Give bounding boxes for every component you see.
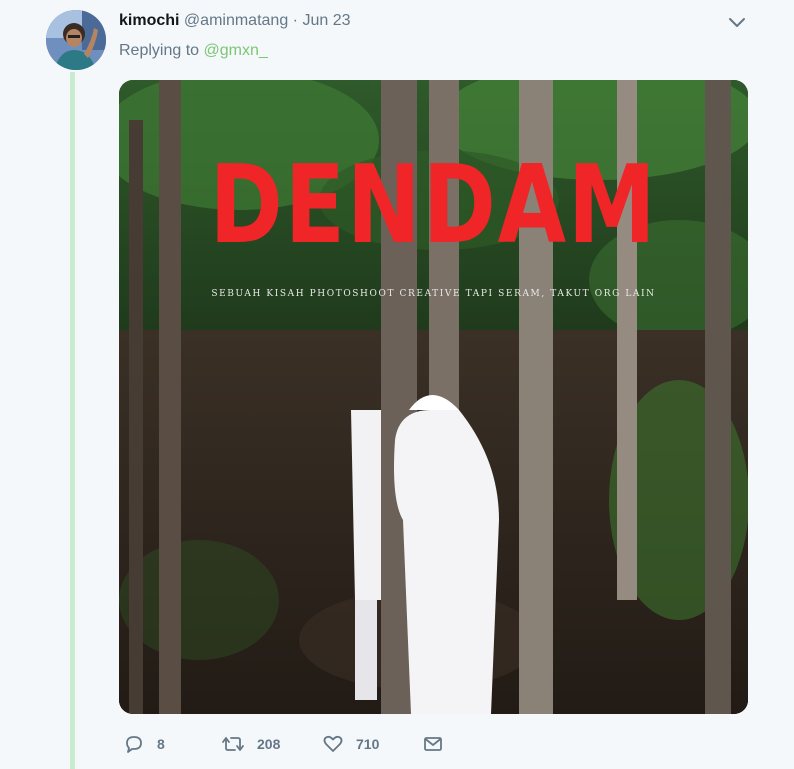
retweet-icon — [221, 733, 245, 755]
tweet-date[interactable]: Jun 23 — [302, 12, 350, 29]
like-button[interactable]: 710 — [322, 732, 379, 756]
reply-count: 8 — [157, 736, 165, 752]
user-handle[interactable]: @aminmatang — [184, 12, 288, 29]
media-title: DENDAM — [209, 143, 658, 268]
retweet-count: 208 — [257, 736, 281, 752]
retweet-button[interactable]: 208 — [221, 732, 280, 756]
like-count: 710 — [356, 736, 380, 752]
tweet-image[interactable]: DENDAM SEBUAH KISAH PHOTOSHOOT CREATIVE … — [119, 80, 748, 714]
chevron-down-icon[interactable] — [726, 12, 748, 34]
display-name[interactable]: kimochi — [119, 12, 179, 29]
heart-icon — [322, 733, 344, 755]
message-button[interactable] — [422, 732, 444, 756]
reply-button[interactable]: 8 — [123, 732, 165, 756]
tweet-header: kimochi @aminmatang · Jun 23 — [119, 11, 351, 31]
media-subtitle: SEBUAH KISAH PHOTOSHOOT CREATIVE TAPI SE… — [211, 289, 656, 299]
separator: · — [292, 12, 298, 29]
reply-icon — [123, 733, 145, 755]
replying-prefix: Replying to — [119, 42, 200, 59]
envelope-icon — [422, 733, 444, 755]
replying-to: Replying to @gmxn_ — [119, 41, 268, 61]
replying-to-link[interactable]: @gmxn_ — [204, 42, 268, 59]
avatar[interactable] — [46, 10, 106, 70]
thread-line — [70, 72, 75, 769]
